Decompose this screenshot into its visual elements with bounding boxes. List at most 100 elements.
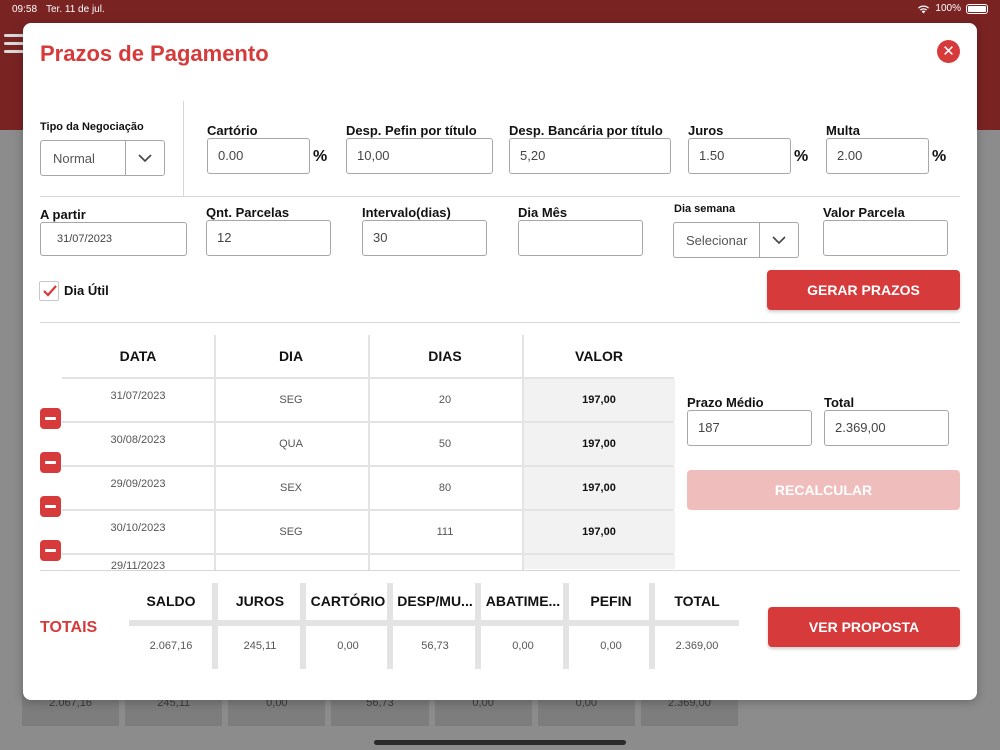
close-button[interactable]: ✕ [937, 40, 960, 63]
dia-mes-input[interactable] [518, 220, 643, 256]
totals-value-total: 2.369,00 [675, 640, 719, 652]
remove-row-button[interactable] [40, 452, 61, 473]
juros-label: Juros [688, 123, 724, 138]
desp-bancaria-label: Desp. Bancária por título [509, 123, 663, 138]
row-valor: 197,00 [523, 423, 675, 465]
row-dia: SEG [279, 526, 303, 538]
desp-pefin-label: Desp. Pefin por título [346, 123, 477, 138]
valor-parcela-input[interactable] [823, 220, 948, 256]
dia-semana-label: Dia semana [674, 203, 736, 215]
column-divider [522, 335, 524, 571]
modal-title: Prazos de Pagamento [40, 41, 269, 66]
totals-column-divider [563, 583, 569, 669]
a-partir-label: A partir [40, 207, 86, 222]
ver-proposta-button[interactable]: VER PROPOSTA [768, 607, 960, 647]
table-body[interactable]: 31/07/2023 SEG 20 197,00 30/08/2023 QUA … [23, 377, 703, 569]
totals-value-juros: 245,11 [243, 640, 277, 652]
row-data: 30/08/2023 [110, 434, 166, 446]
row-dias: 20 [438, 394, 452, 406]
row-valor: 197,00 [523, 467, 675, 509]
qnt-parcelas-label: Qnt. Parcelas [206, 205, 290, 220]
intervalo-label: Intervalo(dias) [362, 205, 451, 220]
table-header-data: DATA [119, 348, 157, 364]
multa-percent: % [932, 148, 947, 165]
cartorio-input[interactable]: 0.00 [207, 138, 310, 174]
total-label: Total [824, 395, 855, 410]
row-data: 31/07/2023 [110, 390, 166, 402]
dia-semana-select[interactable]: Selecionar [673, 222, 799, 258]
payment-terms-modal: Prazos de Pagamento ✕ Tipo da Negociação… [23, 23, 977, 700]
row-data: 29/11/2023 [110, 560, 166, 569]
juros-input[interactable]: 1.50 [688, 138, 791, 174]
row-dia: SEG [279, 394, 303, 406]
intervalo-input[interactable]: 30 [362, 220, 487, 256]
totals-header-abatimento: ABATIME... [485, 593, 561, 609]
row-dias: 111 [436, 526, 454, 538]
totals-value-abatimento: 0,00 [512, 640, 534, 652]
gerar-prazos-button[interactable]: GERAR PRAZOS [767, 270, 960, 310]
dia-util-label: Dia Útil [64, 283, 109, 298]
row-valor: 197,00 [523, 379, 675, 421]
home-indicator [374, 740, 626, 745]
row-dia: SEX [279, 482, 302, 494]
tipo-negociacao-value: Normal [53, 151, 95, 166]
totals-header-juros: JUROS [235, 593, 285, 609]
row-dias: 50 [438, 438, 452, 450]
prazo-medio-label: Prazo Médio [687, 395, 764, 410]
row-dia [215, 555, 367, 569]
menu-icon[interactable] [4, 34, 24, 58]
row-data: 30/10/2023 [110, 522, 166, 534]
total-input: 2.369,00 [824, 410, 949, 446]
battery-percent: 100% [935, 3, 961, 14]
desp-pefin-input[interactable]: 10,00 [346, 138, 493, 174]
tipo-negociacao-label: Tipo da Negociação [40, 121, 144, 133]
totals-value-pefin: 0,00 [600, 640, 622, 652]
row-dia: QUA [279, 438, 303, 450]
row-dias [369, 555, 521, 569]
remove-row-button[interactable] [40, 496, 61, 517]
totals-value-desp-multa: 56,73 [421, 640, 449, 652]
section-divider [183, 101, 184, 197]
wifi-icon [918, 5, 930, 13]
qnt-parcelas-input[interactable]: 12 [206, 220, 331, 256]
dia-semana-value: Selecionar [686, 233, 748, 248]
totals-column-divider [212, 583, 218, 669]
check-icon [43, 285, 57, 297]
chevron-down-icon [772, 236, 786, 245]
totals-value-saldo: 2.067,16 [149, 640, 193, 652]
status-right: 100% [917, 3, 988, 14]
prazo-medio-input: 187 [687, 410, 812, 446]
multa-input[interactable]: 2.00 [826, 138, 929, 174]
remove-row-button[interactable] [40, 540, 61, 561]
juros-percent: % [794, 148, 809, 165]
totals-column-divider [300, 583, 306, 669]
dia-util-checkbox[interactable] [39, 281, 59, 301]
chevron-down-icon [138, 154, 152, 163]
row-valor [523, 555, 675, 569]
row-data: 29/09/2023 [110, 478, 166, 490]
row-divider [40, 322, 960, 323]
row-divider [40, 196, 960, 197]
a-partir-input[interactable]: 31/07/2023 [40, 222, 187, 256]
totals-header-total: TOTAL [674, 593, 720, 609]
recalcular-button[interactable]: RECALCULAR [687, 470, 960, 510]
table-header-dias: DIAS [428, 348, 462, 364]
desp-bancaria-input[interactable]: 5,20 [509, 138, 671, 174]
cartorio-percent: % [313, 148, 328, 165]
totals-column-divider [475, 583, 481, 669]
totals-column-divider [387, 583, 393, 669]
column-divider [368, 335, 370, 571]
cartorio-label: Cartório [207, 123, 258, 138]
remove-row-button[interactable] [40, 408, 61, 429]
totals-column-divider [649, 583, 655, 669]
totals-value-cartorio: 0,00 [337, 640, 359, 652]
totais-label: TOTAIS [40, 619, 98, 636]
status-time: 09:58 [12, 4, 38, 15]
tipo-negociacao-select[interactable]: Normal [40, 140, 165, 176]
status-bar: 09:58 Ter. 11 de jul. 100% [0, 0, 1000, 18]
multa-label: Multa [826, 123, 860, 138]
column-divider [214, 335, 216, 571]
totals-header-cartorio: CARTÓRIO [310, 593, 386, 609]
dia-mes-label: Dia Mês [518, 205, 568, 220]
totals-header-saldo: SALDO [146, 593, 196, 609]
